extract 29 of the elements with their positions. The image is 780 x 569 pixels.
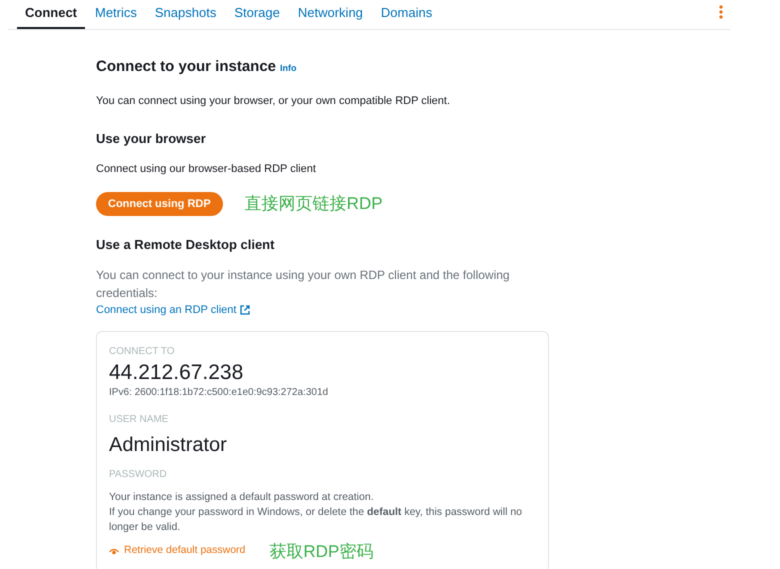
tab[interactable]: Domains — [372, 2, 440, 29]
section-title: Connect to your instance — [96, 57, 276, 77]
password-note: If you change your password in Windows, or delete the default key, this password will no longer be valid. — [109, 504, 524, 534]
tab[interactable]: Snapshots — [146, 2, 224, 29]
eye-icon — [109, 548, 119, 555]
field-label: PASSWORD — [109, 468, 168, 482]
tab[interactable]: Metrics — [87, 2, 145, 29]
retrieve-password-link[interactable]: Retrieve default password — [109, 543, 246, 560]
connect-rdp-button[interactable]: Connect using RDP — [96, 192, 223, 216]
field-label: CONNECT TO — [109, 344, 176, 358]
tab[interactable]: Storage — [226, 2, 288, 29]
browser-text: Connect using our browser-based RDP client — [96, 162, 317, 176]
more-options-icon[interactable] — [719, 5, 723, 19]
tab[interactable]: Networking — [290, 2, 371, 29]
field-label: USER NAME — [109, 412, 170, 426]
ipv6-address: IPv6: 2600:1f18:1b72:c500:e1e0:9c93:272a:301d — [109, 386, 330, 400]
user-name: Administrator — [109, 432, 228, 456]
rdp-client-link[interactable]: Connect using an RDP client — [96, 302, 250, 318]
annotation-text: 直接网页链接RDP — [244, 193, 383, 215]
browser-heading: Use your browser — [96, 130, 207, 148]
tab[interactable]: Connect — [17, 2, 85, 29]
ip-address: 44.212.67.238 — [109, 360, 244, 384]
annotation-text: 获取RDP密码 — [269, 540, 374, 562]
client-heading: Use a Remote Desktop client — [96, 236, 276, 254]
external-link-icon — [240, 305, 250, 316]
client-text: You can connect to your instance using your own RDP client and the following credentials: — [96, 267, 511, 302]
password-note: Your instance is assigned a default password at creation. — [109, 490, 375, 504]
intro-text: You can connect using your browser, or your own compatible RDP client. — [96, 94, 452, 108]
info-link[interactable]: Info — [280, 62, 297, 76]
